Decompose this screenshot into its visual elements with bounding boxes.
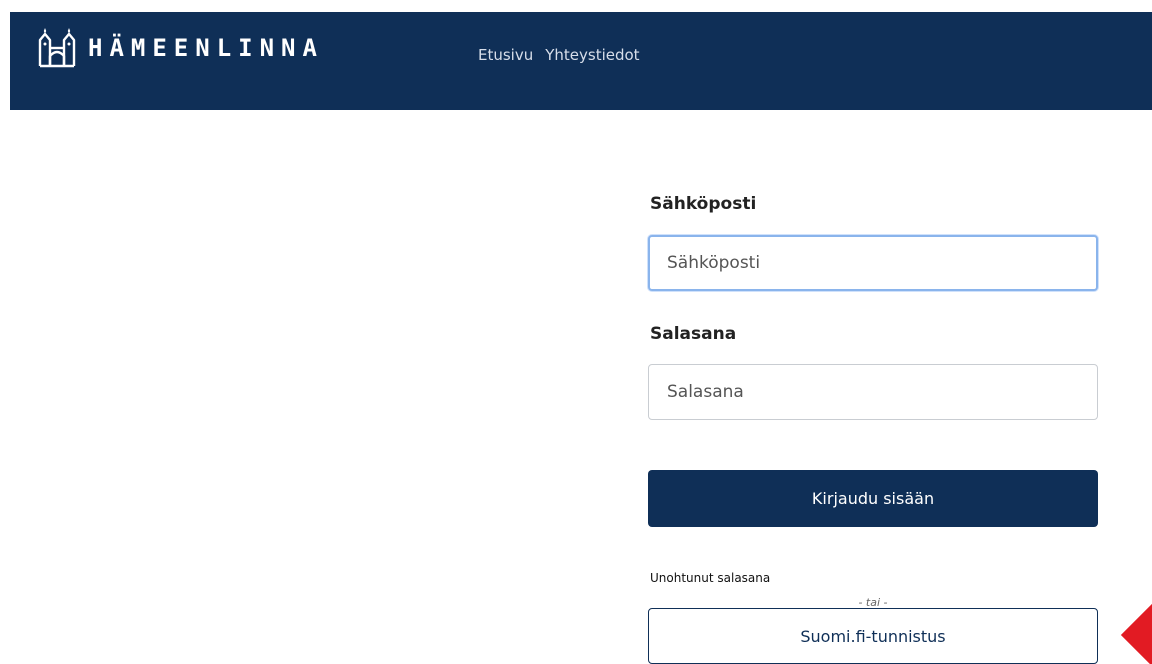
login-button[interactable]: Kirjaudu sisään xyxy=(648,470,1098,527)
main-nav: Etusivu Yhteystiedot xyxy=(478,46,640,64)
email-input[interactable] xyxy=(648,235,1098,291)
site-logo[interactable]: HÄMEENLINNA xyxy=(38,28,324,68)
red-pointer-marker xyxy=(1120,603,1152,664)
forgot-password-link[interactable]: Unohtunut salasana xyxy=(650,571,770,585)
password-input[interactable] xyxy=(648,364,1098,420)
login-page: HÄMEENLINNA Etusivu Yhteystiedot Sähköpo… xyxy=(0,0,1152,664)
nav-link-etusivu[interactable]: Etusivu xyxy=(478,46,533,64)
logo-text: HÄMEENLINNA xyxy=(88,34,324,62)
email-label: Sähköposti xyxy=(650,194,757,214)
castle-icon xyxy=(38,28,76,68)
suomi-fi-login-button[interactable]: Suomi.fi-tunnistus xyxy=(648,608,1098,664)
site-header: HÄMEENLINNA Etusivu Yhteystiedot xyxy=(10,12,1152,110)
nav-link-yhteystiedot[interactable]: Yhteystiedot xyxy=(545,46,639,64)
password-label: Salasana xyxy=(650,324,737,344)
